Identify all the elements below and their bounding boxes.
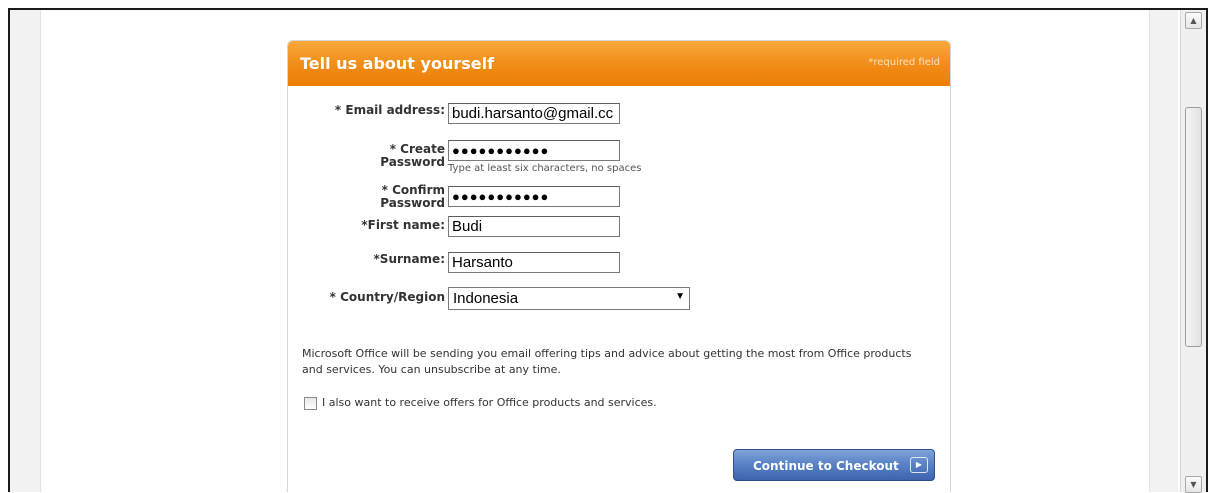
checkout-button-label: Continue to Checkout	[753, 459, 899, 473]
vertical-scrollbar[interactable]: ▲ ▼	[1180, 10, 1206, 493]
country-select[interactable]: Indonesia ▼	[448, 287, 690, 310]
first-name-field[interactable]: Budi	[448, 216, 620, 237]
email-offers-notice: Microsoft Office will be sending you ema…	[302, 347, 912, 376]
confirm-password-label-line2: Password	[380, 196, 445, 210]
dropdown-arrow-icon[interactable]: ▼	[675, 291, 685, 302]
scrollbar-thumb[interactable]	[1185, 107, 1202, 347]
surname-field[interactable]: Harsanto	[448, 252, 620, 273]
scroll-up-button[interactable]: ▲	[1185, 12, 1202, 29]
form-header: Tell us about yourself *required field	[288, 41, 950, 86]
first-name-label: *First name:	[361, 218, 445, 232]
required-field-note: *required field	[868, 57, 940, 68]
create-password-label: * Create Password	[300, 143, 445, 169]
scroll-down-button[interactable]: ▼	[1185, 476, 1202, 493]
offers-checkbox[interactable]	[304, 397, 317, 410]
form-title: Tell us about yourself	[300, 54, 495, 73]
arrow-right-icon: ▶	[910, 457, 928, 473]
confirm-password-field[interactable]: ●●●●●●●●●●●	[448, 186, 620, 207]
email-field[interactable]: budi.harsanto@gmail.cc	[448, 103, 620, 124]
confirm-password-label: * Confirm Password	[300, 184, 445, 210]
country-select-value: Indonesia	[453, 290, 519, 307]
create-password-field[interactable]: ●●●●●●●●●●●	[448, 140, 620, 161]
offers-checkbox-label[interactable]: I also want to receive offers for Office…	[322, 396, 657, 409]
surname-label: *Surname:	[373, 252, 445, 266]
email-label: * Email address:	[334, 103, 445, 117]
country-label: * Country/Region	[329, 290, 445, 304]
continue-to-checkout-button[interactable]: Continue to Checkout ▶	[733, 449, 935, 481]
create-password-label-line2: Password	[380, 155, 445, 169]
password-hint: Type at least six characters, no spaces	[448, 163, 642, 174]
